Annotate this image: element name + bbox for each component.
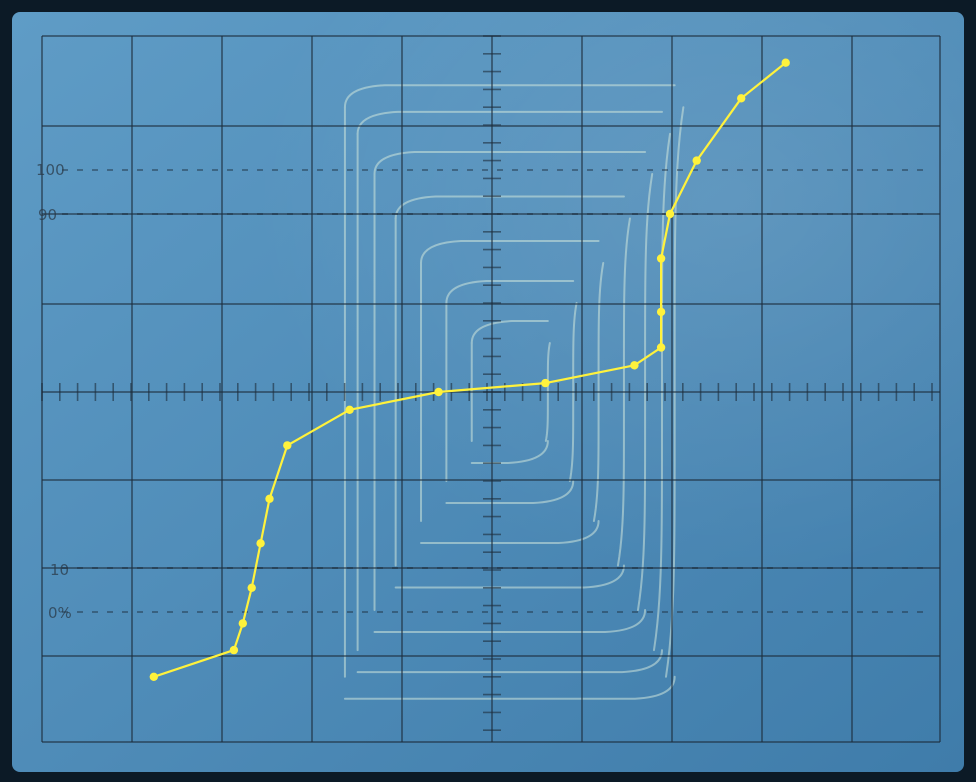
label-0-percent: 0% xyxy=(48,604,72,622)
overlay-trace-point xyxy=(256,539,265,548)
overlay-trace-point xyxy=(656,254,666,263)
oscilloscope-screen: 100 90 10 0% xyxy=(0,0,976,782)
overlay-trace-point xyxy=(229,645,239,655)
overlay-trace-point xyxy=(247,583,256,592)
overlay-trace-point xyxy=(149,672,158,681)
overlay-trace-point xyxy=(541,378,550,388)
overlay-trace-point xyxy=(238,619,247,628)
label-90: 90 xyxy=(38,206,57,224)
overlay-trace-point xyxy=(781,58,790,67)
overlay-trace-point xyxy=(265,494,274,503)
overlay-trace-point xyxy=(737,94,746,103)
overlay-trace-point xyxy=(630,361,639,370)
overlay-trace-point xyxy=(656,307,666,317)
overlay-trace-point xyxy=(345,405,354,414)
overlay-trace-point xyxy=(283,441,292,450)
overlay-trace-point xyxy=(434,387,443,397)
overlay-trace-point xyxy=(692,156,701,165)
overlay-trace-point xyxy=(656,343,666,352)
label-100: 100 xyxy=(36,161,65,179)
label-10: 10 xyxy=(50,561,69,579)
overlay-trace-point xyxy=(665,209,675,219)
